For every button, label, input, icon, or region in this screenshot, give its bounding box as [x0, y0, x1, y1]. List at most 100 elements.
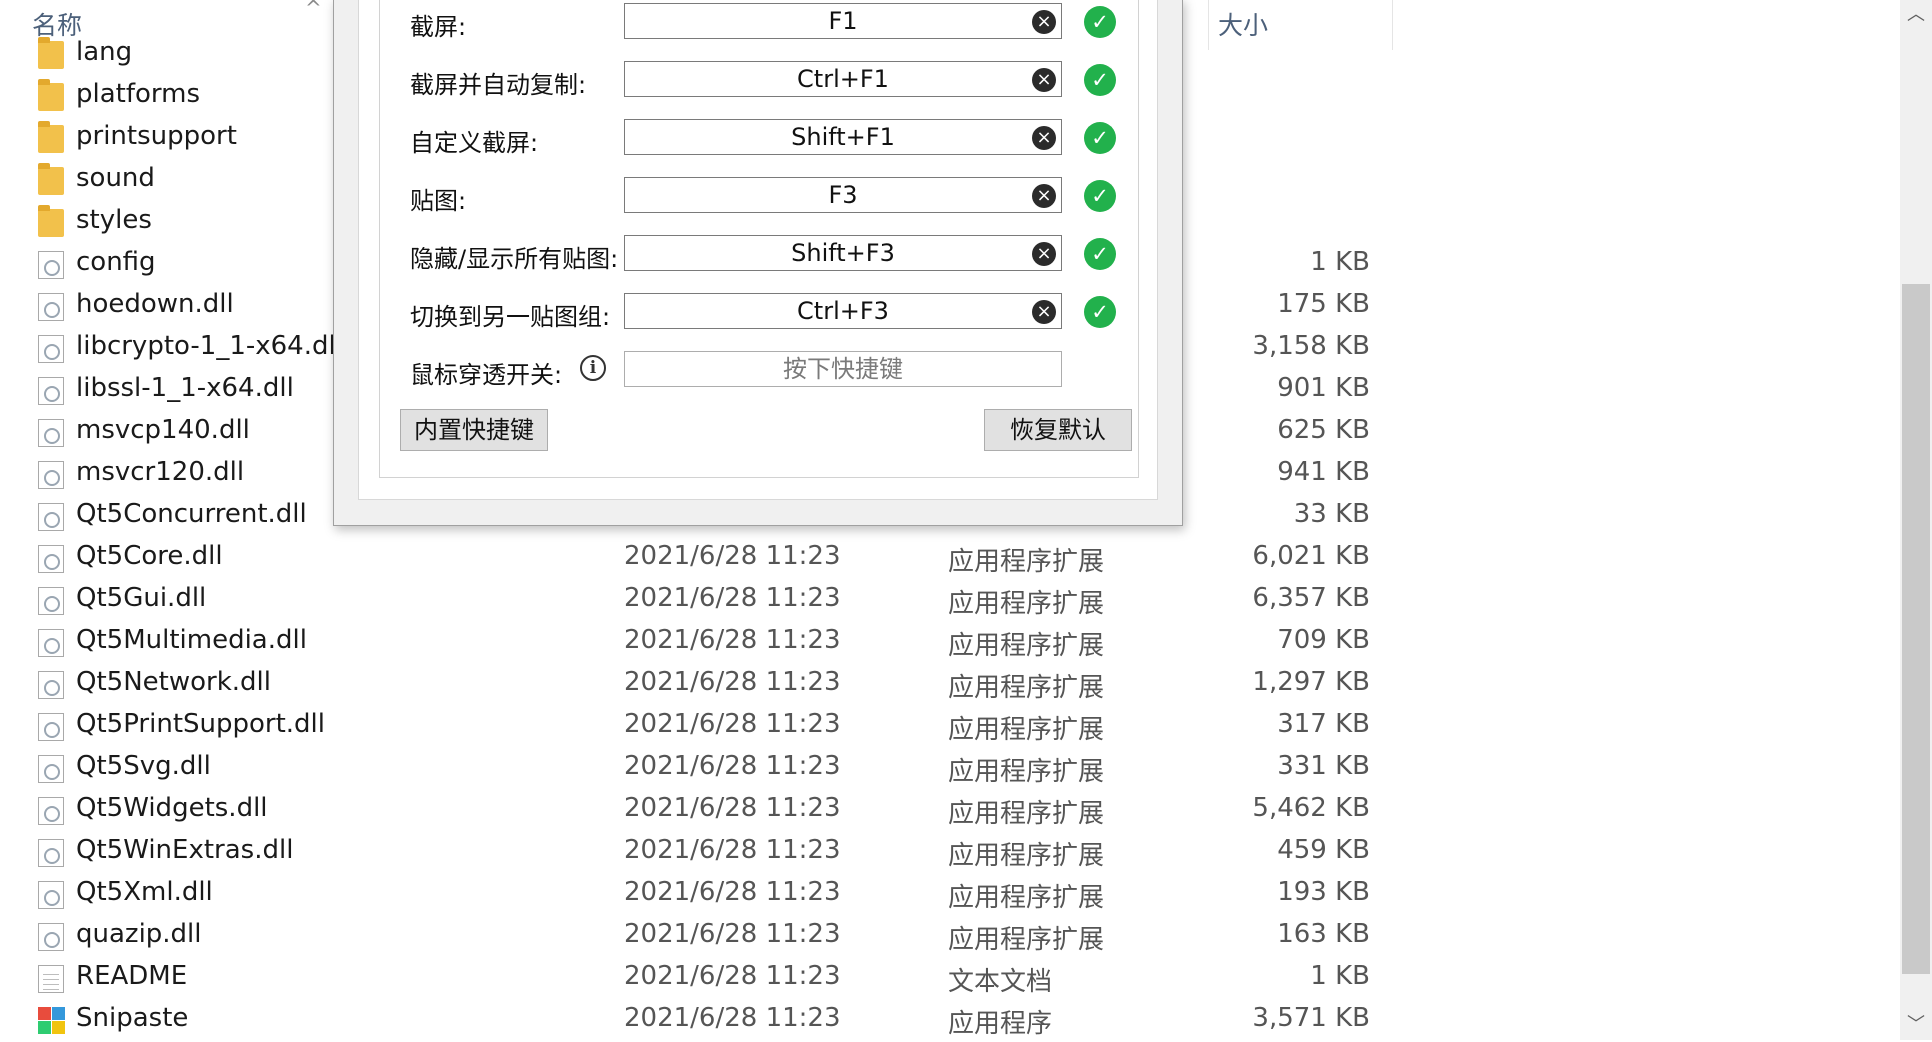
shortcut-row-screenshot-copy: 截屏并自动复制: Ctrl+F1 × ✓	[380, 59, 1138, 99]
shortcut-field[interactable]: Shift+F3	[624, 235, 1062, 271]
shortcut-label: 自定义截屏:	[410, 129, 539, 157]
dll-file-icon	[38, 755, 64, 783]
file-size: 901 KB	[1277, 373, 1370, 403]
file-row[interactable]: Qt5Multimedia.dll 2021/6/28 11:23 应用程序扩展 70…	[0, 622, 1400, 664]
shortcut-field[interactable]: Shift+F1	[624, 119, 1062, 155]
dll-file-icon	[38, 839, 64, 867]
file-row[interactable]: Snipaste 2021/6/28 11:23 应用程序 3,571 KB	[0, 1000, 1400, 1042]
shortcut-label: 切换到另一贴图组:	[410, 303, 611, 331]
hotkey-group-box: 截屏: F1 × ✓ 截屏并自动复制: Ctrl+F1 × ✓ 自定义截屏: S…	[379, 0, 1139, 478]
file-type: 文本文档	[948, 967, 1053, 997]
info-icon[interactable]: i	[580, 355, 606, 381]
file-name: styles	[76, 205, 152, 235]
builtin-hotkeys-button[interactable]: 内置快捷键	[400, 409, 548, 451]
file-name: printsupport	[76, 121, 237, 151]
shortcut-label: 截屏并自动复制:	[410, 71, 587, 99]
dll-file-icon	[38, 461, 64, 489]
file-name: Snipaste	[76, 1003, 189, 1033]
file-size: 459 KB	[1277, 835, 1370, 865]
file-row[interactable]: Qt5Svg.dll 2021/6/28 11:23 应用程序扩展 331 KB	[0, 748, 1400, 790]
file-type: 应用程序	[948, 1009, 1053, 1039]
check-icon: ✓	[1084, 238, 1116, 270]
file-size: 317 KB	[1277, 709, 1370, 739]
shortcut-row-custom-screenshot: 自定义截屏: Shift+F1 × ✓	[380, 117, 1138, 157]
scroll-down-arrow-icon[interactable]: ﹀	[1900, 1010, 1932, 1040]
check-icon: ✓	[1084, 296, 1116, 328]
clear-icon[interactable]: ×	[1032, 300, 1056, 324]
file-row[interactable]: Qt5WinExtras.dll 2021/6/28 11:23 应用程序扩展 459…	[0, 832, 1400, 874]
vertical-scrollbar[interactable]: ︿ ﹀	[1900, 0, 1932, 1040]
file-name: Qt5Core.dll	[76, 541, 223, 571]
file-row[interactable]: Qt5Gui.dll 2021/6/28 11:23 应用程序扩展 6,357 KB	[0, 580, 1400, 622]
shortcut-label: 隐藏/显示所有贴图:	[410, 245, 619, 273]
file-row[interactable]: Qt5Core.dll 2021/6/28 11:23 应用程序扩展 6,021 KB	[0, 538, 1400, 580]
scroll-up-arrow-icon[interactable]: ︿	[1900, 0, 1932, 30]
shortcut-field[interactable]: F3	[624, 177, 1062, 213]
file-type: 应用程序扩展	[948, 673, 1105, 703]
shortcut-field[interactable]: F1	[624, 3, 1062, 39]
check-icon: ✓	[1084, 122, 1116, 154]
file-name: Qt5Concurrent.dll	[76, 499, 307, 529]
file-name: Qt5Gui.dll	[76, 583, 207, 613]
shortcut-field[interactable]: 按下快捷键	[624, 351, 1062, 387]
hotkey-settings-dialog: 截屏: F1 × ✓ 截屏并自动复制: Ctrl+F1 × ✓ 自定义截屏: S…	[333, 0, 1183, 526]
clear-icon[interactable]: ×	[1032, 184, 1056, 208]
shortcut-row-screenshot: 截屏: F1 × ✓	[380, 1, 1138, 41]
file-type: 应用程序扩展	[948, 799, 1105, 829]
file-type: 应用程序扩展	[948, 757, 1105, 787]
file-type: 应用程序扩展	[948, 547, 1105, 577]
dialog-panel: 截屏: F1 × ✓ 截屏并自动复制: Ctrl+F1 × ✓ 自定义截屏: S…	[358, 0, 1158, 500]
text-file-icon	[38, 965, 64, 993]
file-size: 163 KB	[1277, 919, 1370, 949]
file-name: Qt5Multimedia.dll	[76, 625, 307, 655]
clear-icon[interactable]: ×	[1032, 68, 1056, 92]
file-name: Qt5Xml.dll	[76, 877, 213, 907]
file-name: config	[76, 247, 156, 277]
shortcut-field[interactable]: Ctrl+F3	[624, 293, 1062, 329]
shortcut-field[interactable]: Ctrl+F1	[624, 61, 1062, 97]
scrollbar-thumb[interactable]	[1902, 284, 1930, 974]
file-size: 1 KB	[1310, 961, 1370, 991]
file-type: 应用程序扩展	[948, 883, 1105, 913]
snipaste-app-icon	[38, 1007, 65, 1035]
file-name: msvcp140.dll	[76, 415, 250, 445]
config-file-icon	[38, 251, 64, 279]
file-date: 2021/6/28 11:23	[624, 541, 841, 571]
file-size: 6,021 KB	[1252, 541, 1370, 571]
file-name: Qt5WinExtras.dll	[76, 835, 294, 865]
file-date: 2021/6/28 11:23	[624, 751, 841, 781]
file-row[interactable]: Qt5Network.dll 2021/6/28 11:23 应用程序扩展 1,297…	[0, 664, 1400, 706]
restore-defaults-button[interactable]: 恢复默认	[984, 409, 1132, 451]
file-name: Qt5Network.dll	[76, 667, 271, 697]
folder-icon	[38, 79, 64, 111]
folder-icon	[38, 121, 64, 153]
file-size: 175 KB	[1277, 289, 1370, 319]
check-icon: ✓	[1084, 6, 1116, 38]
file-row[interactable]: README 2021/6/28 11:23 文本文档 1 KB	[0, 958, 1400, 1000]
file-name: Qt5Widgets.dll	[76, 793, 268, 823]
file-row[interactable]: Qt5Xml.dll 2021/6/28 11:23 应用程序扩展 193 KB	[0, 874, 1400, 916]
file-size: 193 KB	[1277, 877, 1370, 907]
file-row[interactable]: Qt5Widgets.dll 2021/6/28 11:23 应用程序扩展 5,462…	[0, 790, 1400, 832]
file-row[interactable]: Qt5PrintSupport.dll 2021/6/28 11:23 应用程序扩展…	[0, 706, 1400, 748]
clear-icon[interactable]: ×	[1032, 10, 1056, 34]
file-row[interactable]: quazip.dll 2021/6/28 11:23 应用程序扩展 163 KB	[0, 916, 1400, 958]
file-date: 2021/6/28 11:23	[624, 919, 841, 949]
file-size: 625 KB	[1277, 415, 1370, 445]
file-date: 2021/6/28 11:23	[624, 667, 841, 697]
dll-file-icon	[38, 881, 64, 909]
file-date: 2021/6/28 11:23	[624, 877, 841, 907]
folder-icon	[38, 163, 64, 195]
file-date: 2021/6/28 11:23	[624, 835, 841, 865]
file-type: 应用程序扩展	[948, 841, 1105, 871]
check-icon: ✓	[1084, 64, 1116, 96]
check-icon: ✓	[1084, 180, 1116, 212]
clear-icon[interactable]: ×	[1032, 126, 1056, 150]
clear-icon[interactable]: ×	[1032, 242, 1056, 266]
file-date: 2021/6/28 11:23	[624, 583, 841, 613]
file-name: README	[76, 961, 188, 991]
file-name: Qt5Svg.dll	[76, 751, 211, 781]
file-name: msvcr120.dll	[76, 457, 245, 487]
file-name: libcrypto-1_1-x64.dll	[76, 331, 343, 361]
file-size: 3,158 KB	[1252, 331, 1370, 361]
